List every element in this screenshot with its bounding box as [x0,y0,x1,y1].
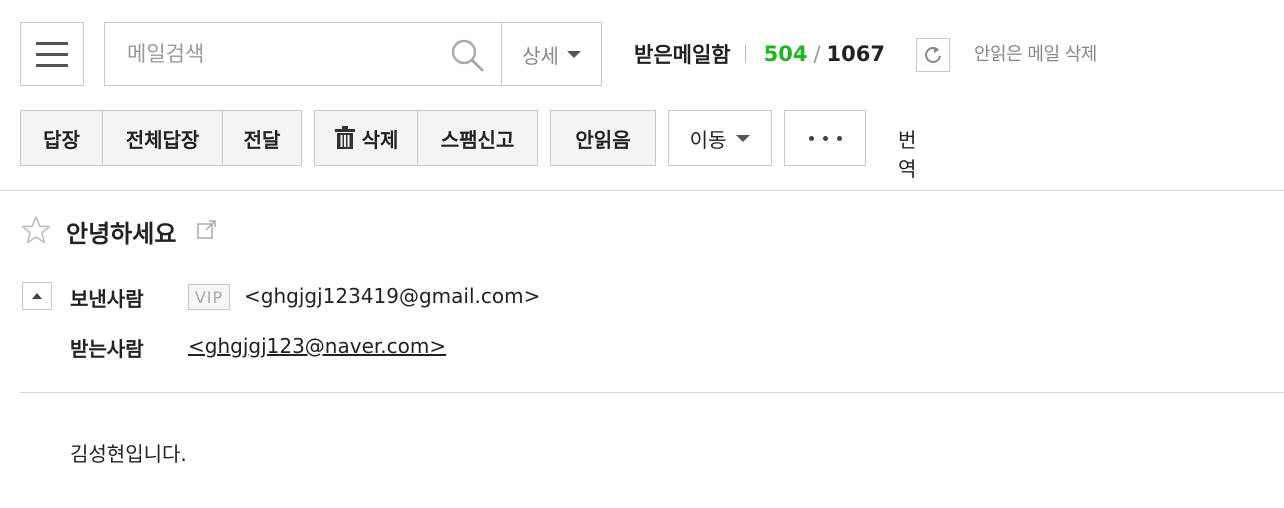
search-box: 상세 [104,22,602,86]
toolbar-divider [0,190,1284,191]
reply-button[interactable]: 답장 [21,111,102,165]
collapse-icon [32,293,42,299]
mail-body: 김성현입니다. [70,442,187,466]
menu-icon-bar [36,41,68,45]
mailbox-info: 받은메일함 504 / 1067 [634,38,885,70]
translate-button[interactable]: 번역 [898,124,916,182]
sender-label: 보낸사람 [70,287,144,311]
mail-subject: 안녕하세요 [66,220,177,248]
menu-icon-bar [36,52,68,56]
mailbox-title[interactable]: 받은메일함 [634,39,731,69]
count-separator: / [813,42,821,66]
header-divider [20,392,1284,393]
search-detail-button[interactable]: 상세 [501,23,601,85]
reply-group: 답장 전체답장 전달 [20,110,302,166]
refresh-button[interactable] [916,38,950,72]
receiver-label: 받는사람 [70,337,144,361]
vip-badge[interactable]: VIP [188,284,230,310]
caret-down-icon [566,50,581,58]
unread-group: 안읽음 [550,110,656,166]
star-icon[interactable] [20,214,52,246]
forward-button[interactable]: 전달 [222,111,301,165]
reply-all-label: 전체답장 [125,127,200,152]
menu-icon-bar [36,63,68,67]
caret-down-icon [736,134,751,142]
divider [744,45,746,63]
delete-group: 삭제 스팸신고 [314,110,538,166]
spam-button[interactable]: 스팸신고 [417,111,537,165]
menu-button[interactable] [20,22,84,86]
unread-count[interactable]: 504 [764,42,808,66]
more-button[interactable] [785,111,865,165]
mark-unread-button[interactable]: 안읽음 [551,111,655,165]
move-group: 이동 [668,110,772,166]
more-icon [808,135,842,141]
delete-unread-link[interactable]: 안읽은 메일 삭제 [974,40,1097,66]
sender-address[interactable]: <ghgjgj123419@gmail.com> [244,284,540,308]
total-count: 1067 [826,42,885,66]
move-button[interactable]: 이동 [669,111,771,165]
delete-label: 삭제 [361,127,399,152]
reply-all-button[interactable]: 전체답장 [102,111,222,165]
search-detail-label: 상세 [522,43,559,68]
spam-label: 스팸신고 [440,127,515,152]
popout-icon[interactable] [196,218,218,240]
delete-button[interactable]: 삭제 [315,111,417,165]
collapse-header-button[interactable] [22,282,52,310]
search-input[interactable] [105,23,501,85]
forward-label: 전달 [243,127,281,152]
trash-icon [334,126,355,149]
move-label: 이동 [689,127,727,152]
refresh-icon [925,47,941,63]
more-group [784,110,866,166]
receiver-address[interactable]: <ghgjgj123@naver.com> [188,334,446,358]
mark-unread-label: 안읽음 [575,127,631,152]
reply-label: 답장 [43,127,80,152]
search-icon[interactable] [449,37,485,73]
